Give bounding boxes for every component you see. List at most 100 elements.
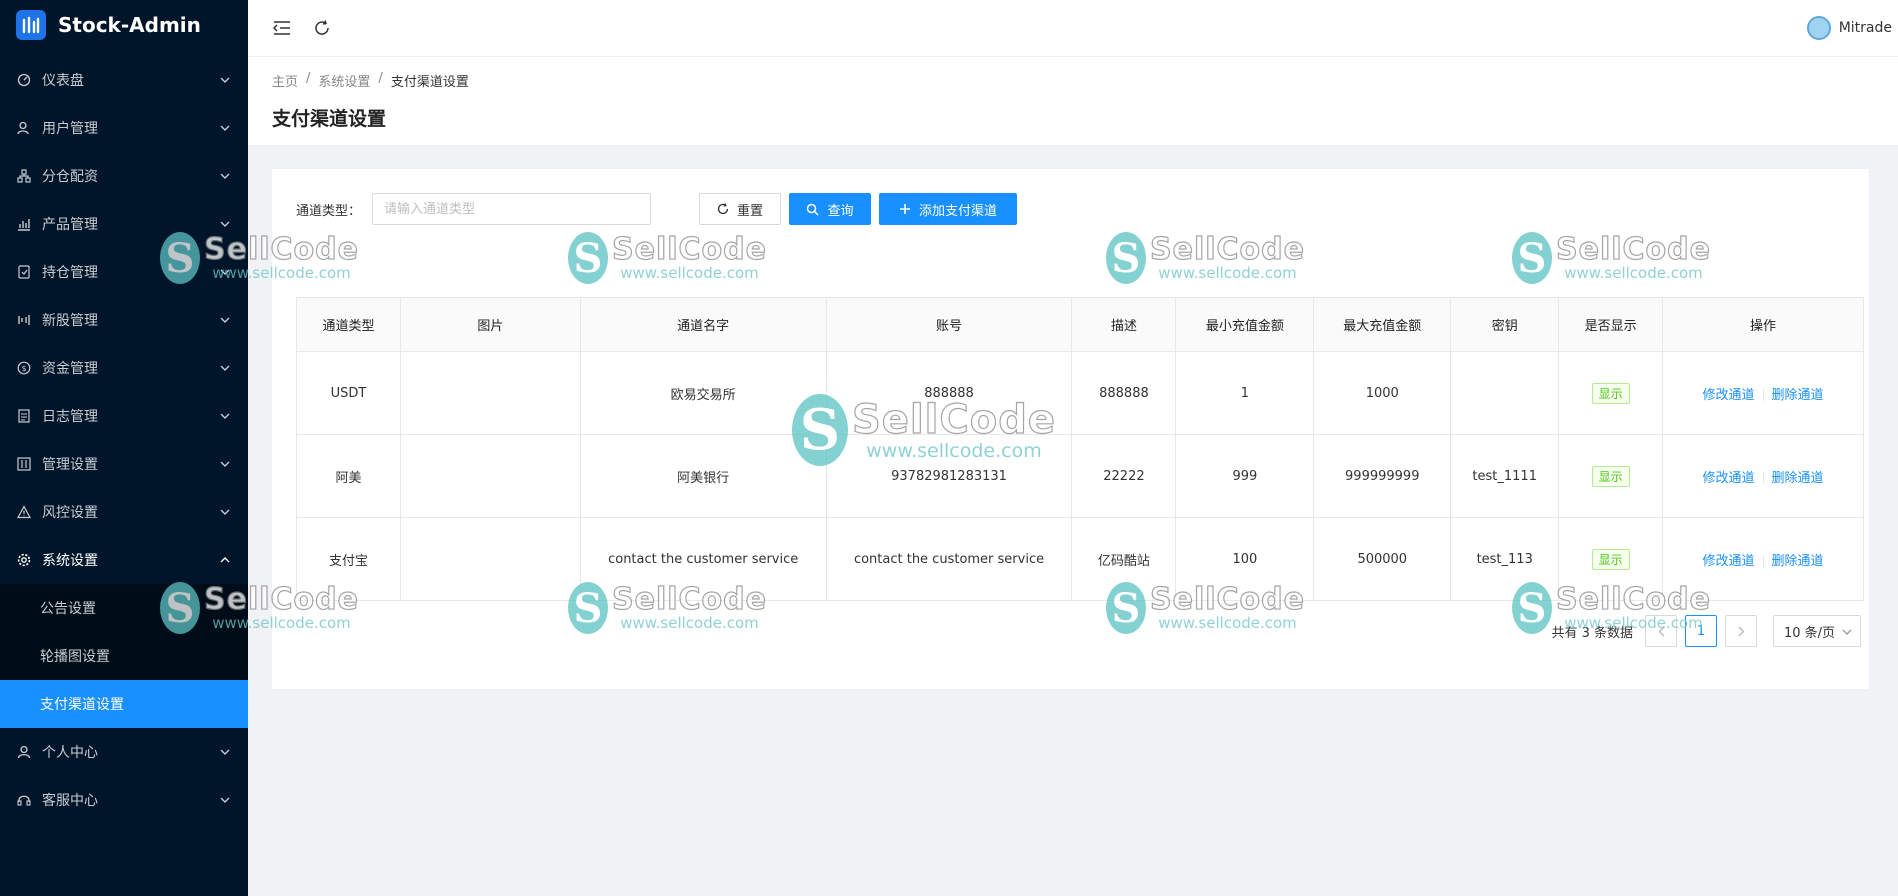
system-settings-submenu: 公告设置 轮播图设置 支付渠道设置 — [0, 584, 248, 728]
cell-max: 999999999 — [1313, 434, 1452, 518]
svg-text:$: $ — [21, 364, 26, 373]
edit-channel-link[interactable]: 修改通道 — [1703, 554, 1755, 569]
next-page-button[interactable] — [1725, 615, 1757, 647]
sidebar-item-label: 风控设置 — [42, 505, 98, 521]
column-header: 最大充值金额 — [1313, 297, 1452, 352]
sidebar-item-label: 用户管理 — [42, 121, 98, 137]
chevron-down-icon — [220, 75, 230, 85]
column-header: 操作 — [1662, 297, 1864, 352]
chevron-down-icon — [220, 411, 230, 421]
sidebar-item-dashboard[interactable]: 仪表盘 — [0, 56, 248, 104]
page-number-button[interactable]: 1 — [1685, 615, 1717, 647]
top-header: Mitrade — [248, 0, 1898, 57]
chevron-down-icon — [220, 459, 230, 469]
sidebar-item-risk[interactable]: 风控设置 — [0, 488, 248, 536]
sidebar-item-support[interactable]: 客服中心 — [0, 776, 248, 824]
cell-visible: 显示 — [1558, 517, 1664, 601]
cell-min: 1 — [1175, 351, 1315, 435]
sidebar-item-label: 个人中心 — [42, 745, 98, 761]
payment-channel-table: 通道类型 图片 通道名字 账号 描述 最小充值金额 最大充值金额 密钥 是否显示… — [296, 297, 1864, 601]
chevron-down-icon — [220, 171, 230, 181]
table-row: 支付宝 contact the customer service contact… — [296, 517, 1864, 601]
query-label: 查询 — [827, 203, 854, 219]
edit-channel-link[interactable]: 修改通道 — [1703, 471, 1755, 486]
sidebar-item-ipo[interactable]: 新股管理 — [0, 296, 248, 344]
headset-icon — [16, 792, 32, 808]
sidebar-item-holdings[interactable]: 持仓管理 — [0, 248, 248, 296]
breadcrumb-section[interactable]: 系统设置 — [318, 71, 370, 90]
refresh-icon[interactable] — [310, 16, 334, 40]
page-header: 主页 / 系统设置 / 支付渠道设置 支付渠道设置 — [248, 57, 1898, 145]
divider — [1762, 555, 1764, 567]
sidebar-item-admin-settings[interactable]: 管理设置 — [0, 440, 248, 488]
sidebar-item-label: 管理设置 — [42, 457, 98, 473]
app-title: Stock-Admin — [58, 13, 201, 37]
sidebar-item-label: 资金管理 — [42, 361, 98, 377]
sidebar-item-carousel[interactable]: 轮播图设置 — [0, 632, 248, 680]
cell-type: USDT — [296, 351, 401, 435]
sidebar-item-users[interactable]: 用户管理 — [0, 104, 248, 152]
breadcrumb-separator: / — [306, 71, 311, 86]
app-logo[interactable]: Stock-Admin — [0, 0, 248, 50]
cell-desc: 亿码酷站 — [1071, 517, 1177, 601]
cell-account: contact the customer service — [825, 517, 1073, 601]
cell-max: 500000 — [1313, 517, 1452, 601]
log-icon — [16, 408, 32, 424]
divider — [1762, 389, 1764, 401]
sidebar-item-payment-channels[interactable]: 支付渠道设置 — [0, 680, 248, 728]
sidebar-item-label: 产品管理 — [42, 217, 98, 233]
user-menu[interactable]: Mitrade — [1806, 16, 1898, 40]
delete-channel-link[interactable]: 删除通道 — [1772, 554, 1824, 569]
channel-type-input[interactable] — [372, 193, 651, 225]
sidebar-item-products[interactable]: 产品管理 — [0, 200, 248, 248]
user-name: Mitrade — [1838, 20, 1892, 36]
logo-icon — [16, 10, 46, 40]
query-button[interactable]: 查询 — [789, 193, 871, 225]
chevron-down-icon — [220, 123, 230, 133]
plus-icon — [899, 203, 911, 215]
stock-icon — [16, 312, 32, 328]
column-header: 最小充值金额 — [1175, 297, 1315, 352]
table-header-row: 通道类型 图片 通道名字 账号 描述 最小充值金额 最大充值金额 密钥 是否显示… — [296, 297, 1864, 352]
filter-bar: 通道类型： 重置 查询 添加支付渠道 — [296, 193, 1017, 225]
delete-channel-link[interactable]: 删除通道 — [1772, 471, 1824, 486]
menu-fold-icon[interactable] — [270, 16, 294, 40]
cell-type: 阿美 — [296, 434, 401, 518]
sidebar-item-profile[interactable]: 个人中心 — [0, 728, 248, 776]
holding-icon — [16, 264, 32, 280]
cell-min: 100 — [1175, 517, 1315, 601]
chevron-down-icon — [220, 315, 230, 325]
cell-image — [399, 351, 581, 435]
column-header: 通道名字 — [579, 297, 827, 352]
reset-button[interactable]: 重置 — [699, 193, 781, 225]
sidebar-item-system-settings[interactable]: 系统设置 — [0, 536, 248, 584]
cell-name: 欧易交易所 — [579, 351, 827, 435]
sidebar-item-label: 仪表盘 — [42, 73, 84, 89]
sidebar-item-announcements[interactable]: 公告设置 — [0, 584, 248, 632]
breadcrumb-current: 支付渠道设置 — [390, 75, 469, 90]
dollar-icon: $ — [16, 360, 32, 376]
reload-icon — [717, 203, 729, 215]
sidebar: Stock-Admin 仪表盘 用户管理 分仓配资 产品管理 持仓管理 新股管理… — [0, 0, 248, 896]
column-header: 账号 — [825, 297, 1073, 352]
page-size-select[interactable]: 10 条/页 — [1773, 615, 1861, 647]
gear-icon — [16, 552, 32, 568]
sidebar-item-funds[interactable]: $ 资金管理 — [0, 344, 248, 392]
chevron-down-icon — [220, 267, 230, 277]
cell-image — [399, 434, 581, 518]
chevron-down-icon — [220, 795, 230, 805]
edit-channel-link[interactable]: 修改通道 — [1703, 388, 1755, 403]
delete-channel-link[interactable]: 删除通道 — [1772, 388, 1824, 403]
sidebar-item-logs[interactable]: 日志管理 — [0, 392, 248, 440]
breadcrumb-home[interactable]: 主页 — [272, 71, 298, 90]
add-payment-channel-button[interactable]: 添加支付渠道 — [879, 193, 1017, 225]
sidebar-item-label: 新股管理 — [42, 313, 98, 329]
cell-type: 支付宝 — [296, 517, 401, 601]
user-group-icon — [16, 120, 32, 136]
page-size-value: 10 条/页 — [1784, 625, 1836, 641]
cell-account: 93782981283131 — [825, 434, 1073, 518]
chevron-down-icon — [220, 363, 230, 373]
sidebar-item-allocation[interactable]: 分仓配资 — [0, 152, 248, 200]
user-icon — [16, 744, 32, 760]
prev-page-button[interactable] — [1645, 615, 1677, 647]
